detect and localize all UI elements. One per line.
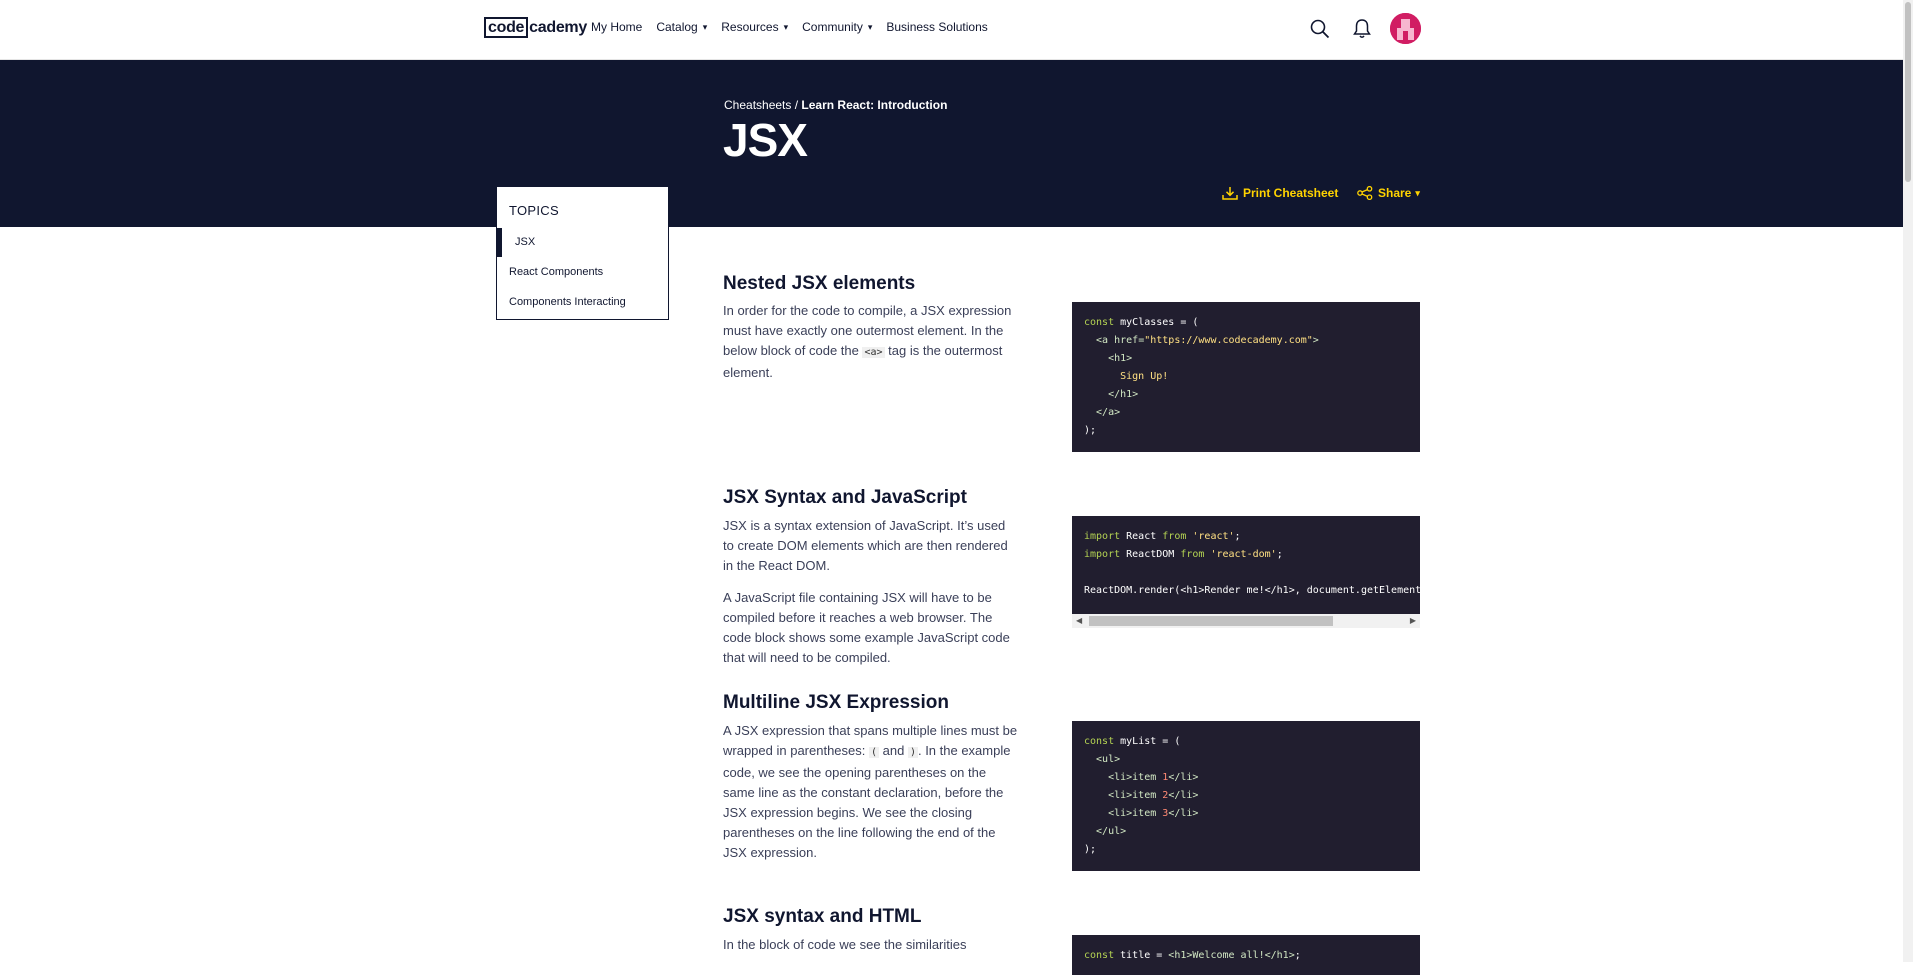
page-scrollbar-thumb[interactable]: [1905, 2, 1911, 182]
avatar-image: [1390, 13, 1421, 44]
inline-code: <a>: [862, 347, 885, 358]
download-icon: [1222, 187, 1238, 200]
nav-community[interactable]: Community ▾: [802, 20, 872, 34]
print-cheatsheet-button[interactable]: Print Cheatsheet: [1222, 186, 1338, 200]
inline-code: (: [868, 747, 880, 758]
scroll-left-arrow-icon[interactable]: ◀: [1076, 616, 1082, 625]
search-icon[interactable]: [1310, 19, 1330, 39]
breadcrumb-separator: /: [791, 98, 802, 112]
print-cheatsheet-label: Print Cheatsheet: [1243, 186, 1339, 200]
section-heading-multiline-jsx: Multiline JSX Expression: [723, 692, 949, 713]
topic-react-components[interactable]: React Components: [509, 266, 603, 278]
avatar[interactable]: [1390, 13, 1421, 44]
breadcrumb-root[interactable]: Cheatsheets: [724, 98, 791, 112]
chevron-down-icon: ▾: [867, 21, 873, 32]
page-vertical-scrollbar[interactable]: [1903, 0, 1913, 962]
nav-resources[interactable]: Resources ▾: [721, 20, 788, 34]
code-block-jsx-html: const title = <h1>Welcome all!</h1>;: [1072, 935, 1420, 975]
code-horizontal-scrollbar[interactable]: ◀ ▶: [1072, 614, 1420, 628]
nav-links: My Home Catalog ▾ Resources ▾ Community ▾ B…: [591, 20, 1002, 34]
page-header-band: [0, 60, 1903, 227]
section-paragraph: JSX is a syntax extension of JavaScript.…: [723, 518, 1008, 573]
scrollbar-thumb[interactable]: [1089, 616, 1333, 626]
section-paragraph: In order for the code to compile, a JSX …: [723, 303, 1012, 380]
scroll-right-arrow-icon[interactable]: ▶: [1410, 616, 1416, 625]
breadcrumb: Cheatsheets / Learn React: Introduction: [724, 98, 947, 112]
section-paragraph: A JSX expression that spans multiple lin…: [723, 723, 1018, 860]
code-block-jsx-syntax: import React from 'react'; import ReactDO…: [1072, 516, 1420, 614]
topics-heading: TOPICS: [509, 203, 559, 218]
bell-icon[interactable]: [1352, 18, 1372, 40]
page-title: JSX: [723, 114, 808, 166]
topic-jsx[interactable]: JSX: [515, 236, 535, 248]
share-button[interactable]: Share ▾: [1357, 186, 1420, 200]
section-paragraph: A JavaScript file containing JSX will ha…: [723, 590, 1010, 665]
chevron-down-icon: ▾: [783, 21, 789, 32]
nav-catalog[interactable]: Catalog ▾: [656, 20, 707, 34]
section-paragraph: In the block of code we see the similari…: [723, 937, 967, 952]
chevron-down-icon: ▾: [702, 21, 708, 32]
section-heading-jsx-syntax: JSX Syntax and JavaScript: [723, 487, 967, 508]
logo-box: code: [484, 17, 529, 38]
code-block-multiline-jsx: const myList = ( <ul> <li>item 1</li> <l…: [1072, 721, 1420, 871]
logo-text: cademy: [529, 18, 587, 36]
share-label: Share: [1378, 186, 1412, 200]
topics-sidebar: TOPICS JSX React Components Components I…: [496, 186, 669, 320]
section-heading-nested-jsx: Nested JSX elements: [723, 273, 916, 294]
section-heading-jsx-html: JSX syntax and HTML: [723, 906, 922, 927]
inline-code: ): [907, 747, 918, 758]
code-block-nested-jsx: const myClasses = ( <a href="https://www…: [1072, 302, 1420, 452]
breadcrumb-current[interactable]: Learn React: Introduction: [801, 98, 947, 112]
share-icon: [1357, 186, 1373, 200]
nav-business-solutions[interactable]: Business Solutions: [886, 20, 987, 34]
codecademy-logo[interactable]: code cademy: [484, 17, 587, 38]
active-topic-indicator: [497, 228, 502, 257]
nav-my-home[interactable]: My Home: [591, 20, 642, 34]
topic-components-interacting[interactable]: Components Interacting: [509, 296, 626, 308]
chevron-down-icon: ▾: [1415, 187, 1420, 198]
top-navbar: code cademy My Home Catalog ▾ Resources ▾ C…: [0, 0, 1903, 60]
